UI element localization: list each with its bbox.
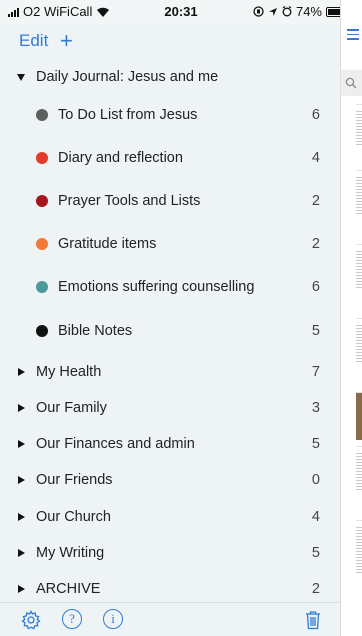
alarm-icon <box>282 6 292 17</box>
bottom-toolbar: ? i <box>0 602 340 636</box>
disclosure-collapsed-icon[interactable] <box>18 404 25 412</box>
edit-button[interactable]: Edit <box>19 31 48 51</box>
disclosure-collapsed-icon[interactable] <box>18 476 25 484</box>
list-item-diary[interactable]: Diary and reflection 4 <box>0 137 340 179</box>
group-our-friends[interactable]: Our Friends 0 <box>0 465 340 495</box>
status-bar: O2 WiFiCall 20:31 74% <box>0 0 362 24</box>
color-dot-icon <box>36 109 48 121</box>
battery-percent: 74% <box>295 4 322 19</box>
list-item-count: 6 <box>311 107 320 123</box>
group-my-health[interactable]: My Health 7 <box>0 357 340 387</box>
group-label: Our Church <box>36 509 111 525</box>
color-dot-icon <box>36 238 48 250</box>
list-item-gratitude[interactable]: Gratitude items 2 <box>0 223 340 265</box>
list-item-label: Bible Notes <box>58 323 133 339</box>
group-our-church[interactable]: Our Church 4 <box>0 502 340 532</box>
help-icon[interactable]: ? <box>62 609 82 629</box>
note-thumbnail[interactable] <box>356 520 362 600</box>
group-daily-journal[interactable]: Daily Journal: Jesus and me <box>0 62 340 92</box>
note-thumbnail[interactable] <box>356 318 362 384</box>
carrier-label: O2 WiFiCall <box>23 4 93 19</box>
list-item-label: Emotions suffering counselling <box>58 279 255 295</box>
group-count: 5 <box>311 545 320 561</box>
group-label: Daily Journal: Jesus and me <box>36 69 219 85</box>
list-item-count: 4 <box>311 150 320 166</box>
group-count: 5 <box>311 436 320 452</box>
gear-icon[interactable] <box>20 609 42 631</box>
color-dot-icon <box>36 152 48 164</box>
list-item-count: 6 <box>311 279 320 295</box>
list-item-count: 2 <box>311 236 320 252</box>
trash-icon[interactable] <box>302 609 324 631</box>
group-count: 4 <box>311 509 320 525</box>
group-archive[interactable]: ARCHIVE 2 <box>0 574 340 604</box>
group-count: 7 <box>311 364 320 380</box>
status-bar-left: O2 WiFiCall <box>8 4 110 19</box>
navigation-bar: Edit + <box>0 24 340 62</box>
signal-icon <box>8 7 19 17</box>
search-field-edge[interactable] <box>341 70 362 96</box>
color-dot-icon <box>36 325 48 337</box>
disclosure-collapsed-icon[interactable] <box>18 513 25 521</box>
list-item-label: To Do List from Jesus <box>58 107 198 123</box>
group-count: 3 <box>311 400 320 416</box>
group-count: 0 <box>311 472 320 488</box>
note-thumbnail[interactable] <box>356 104 362 164</box>
group-label: My Health <box>36 364 102 380</box>
info-icon[interactable]: i <box>103 609 123 629</box>
list-item-count: 2 <box>311 193 320 209</box>
status-bar-right: 74% <box>253 4 346 19</box>
list-item-bible-notes[interactable]: Bible Notes 5 <box>0 310 340 352</box>
disclosure-collapsed-icon[interactable] <box>18 585 25 593</box>
group-label: Our Friends <box>36 472 113 488</box>
disclosure-collapsed-icon[interactable] <box>18 368 25 376</box>
wifi-icon <box>97 7 110 17</box>
group-label: Our Finances and admin <box>36 436 195 452</box>
note-thumbnail[interactable] <box>356 392 362 440</box>
list-item-count: 5 <box>311 323 320 339</box>
disclosure-collapsed-icon[interactable] <box>18 440 25 448</box>
location-icon <box>268 7 277 16</box>
list-item-label: Prayer Tools and Lists <box>58 193 201 209</box>
orientation-lock-icon <box>253 6 264 17</box>
list-item-prayer[interactable]: Prayer Tools and Lists 2 <box>0 180 340 222</box>
group-my-writing[interactable]: My Writing 5 <box>0 538 340 568</box>
color-dot-icon <box>36 195 48 207</box>
note-thumbnail[interactable] <box>356 170 362 236</box>
group-count: 2 <box>311 581 320 597</box>
disclosure-collapsed-icon[interactable] <box>18 549 25 557</box>
color-dot-icon <box>36 281 48 293</box>
group-our-finances[interactable]: Our Finances and admin 5 <box>0 429 340 459</box>
group-our-family[interactable]: Our Family 3 <box>0 393 340 423</box>
group-label: ARCHIVE <box>36 581 101 597</box>
disclosure-expanded-icon[interactable] <box>17 73 25 81</box>
add-button[interactable]: + <box>60 28 73 54</box>
list-item-to-do[interactable]: To Do List from Jesus 6 <box>0 94 340 136</box>
list-item-label: Gratitude items <box>58 236 157 252</box>
search-icon <box>345 77 357 89</box>
note-preview-pane-edge[interactable] <box>340 0 362 636</box>
list-item-label: Diary and reflection <box>58 150 183 166</box>
menu-icon[interactable] <box>347 29 359 43</box>
group-label: Our Family <box>36 400 107 416</box>
note-thumbnail[interactable] <box>356 244 362 310</box>
note-thumbnail[interactable] <box>356 446 362 512</box>
group-label: My Writing <box>36 545 105 561</box>
list-item-emotions[interactable]: Emotions suffering counselling 6 <box>0 266 340 308</box>
